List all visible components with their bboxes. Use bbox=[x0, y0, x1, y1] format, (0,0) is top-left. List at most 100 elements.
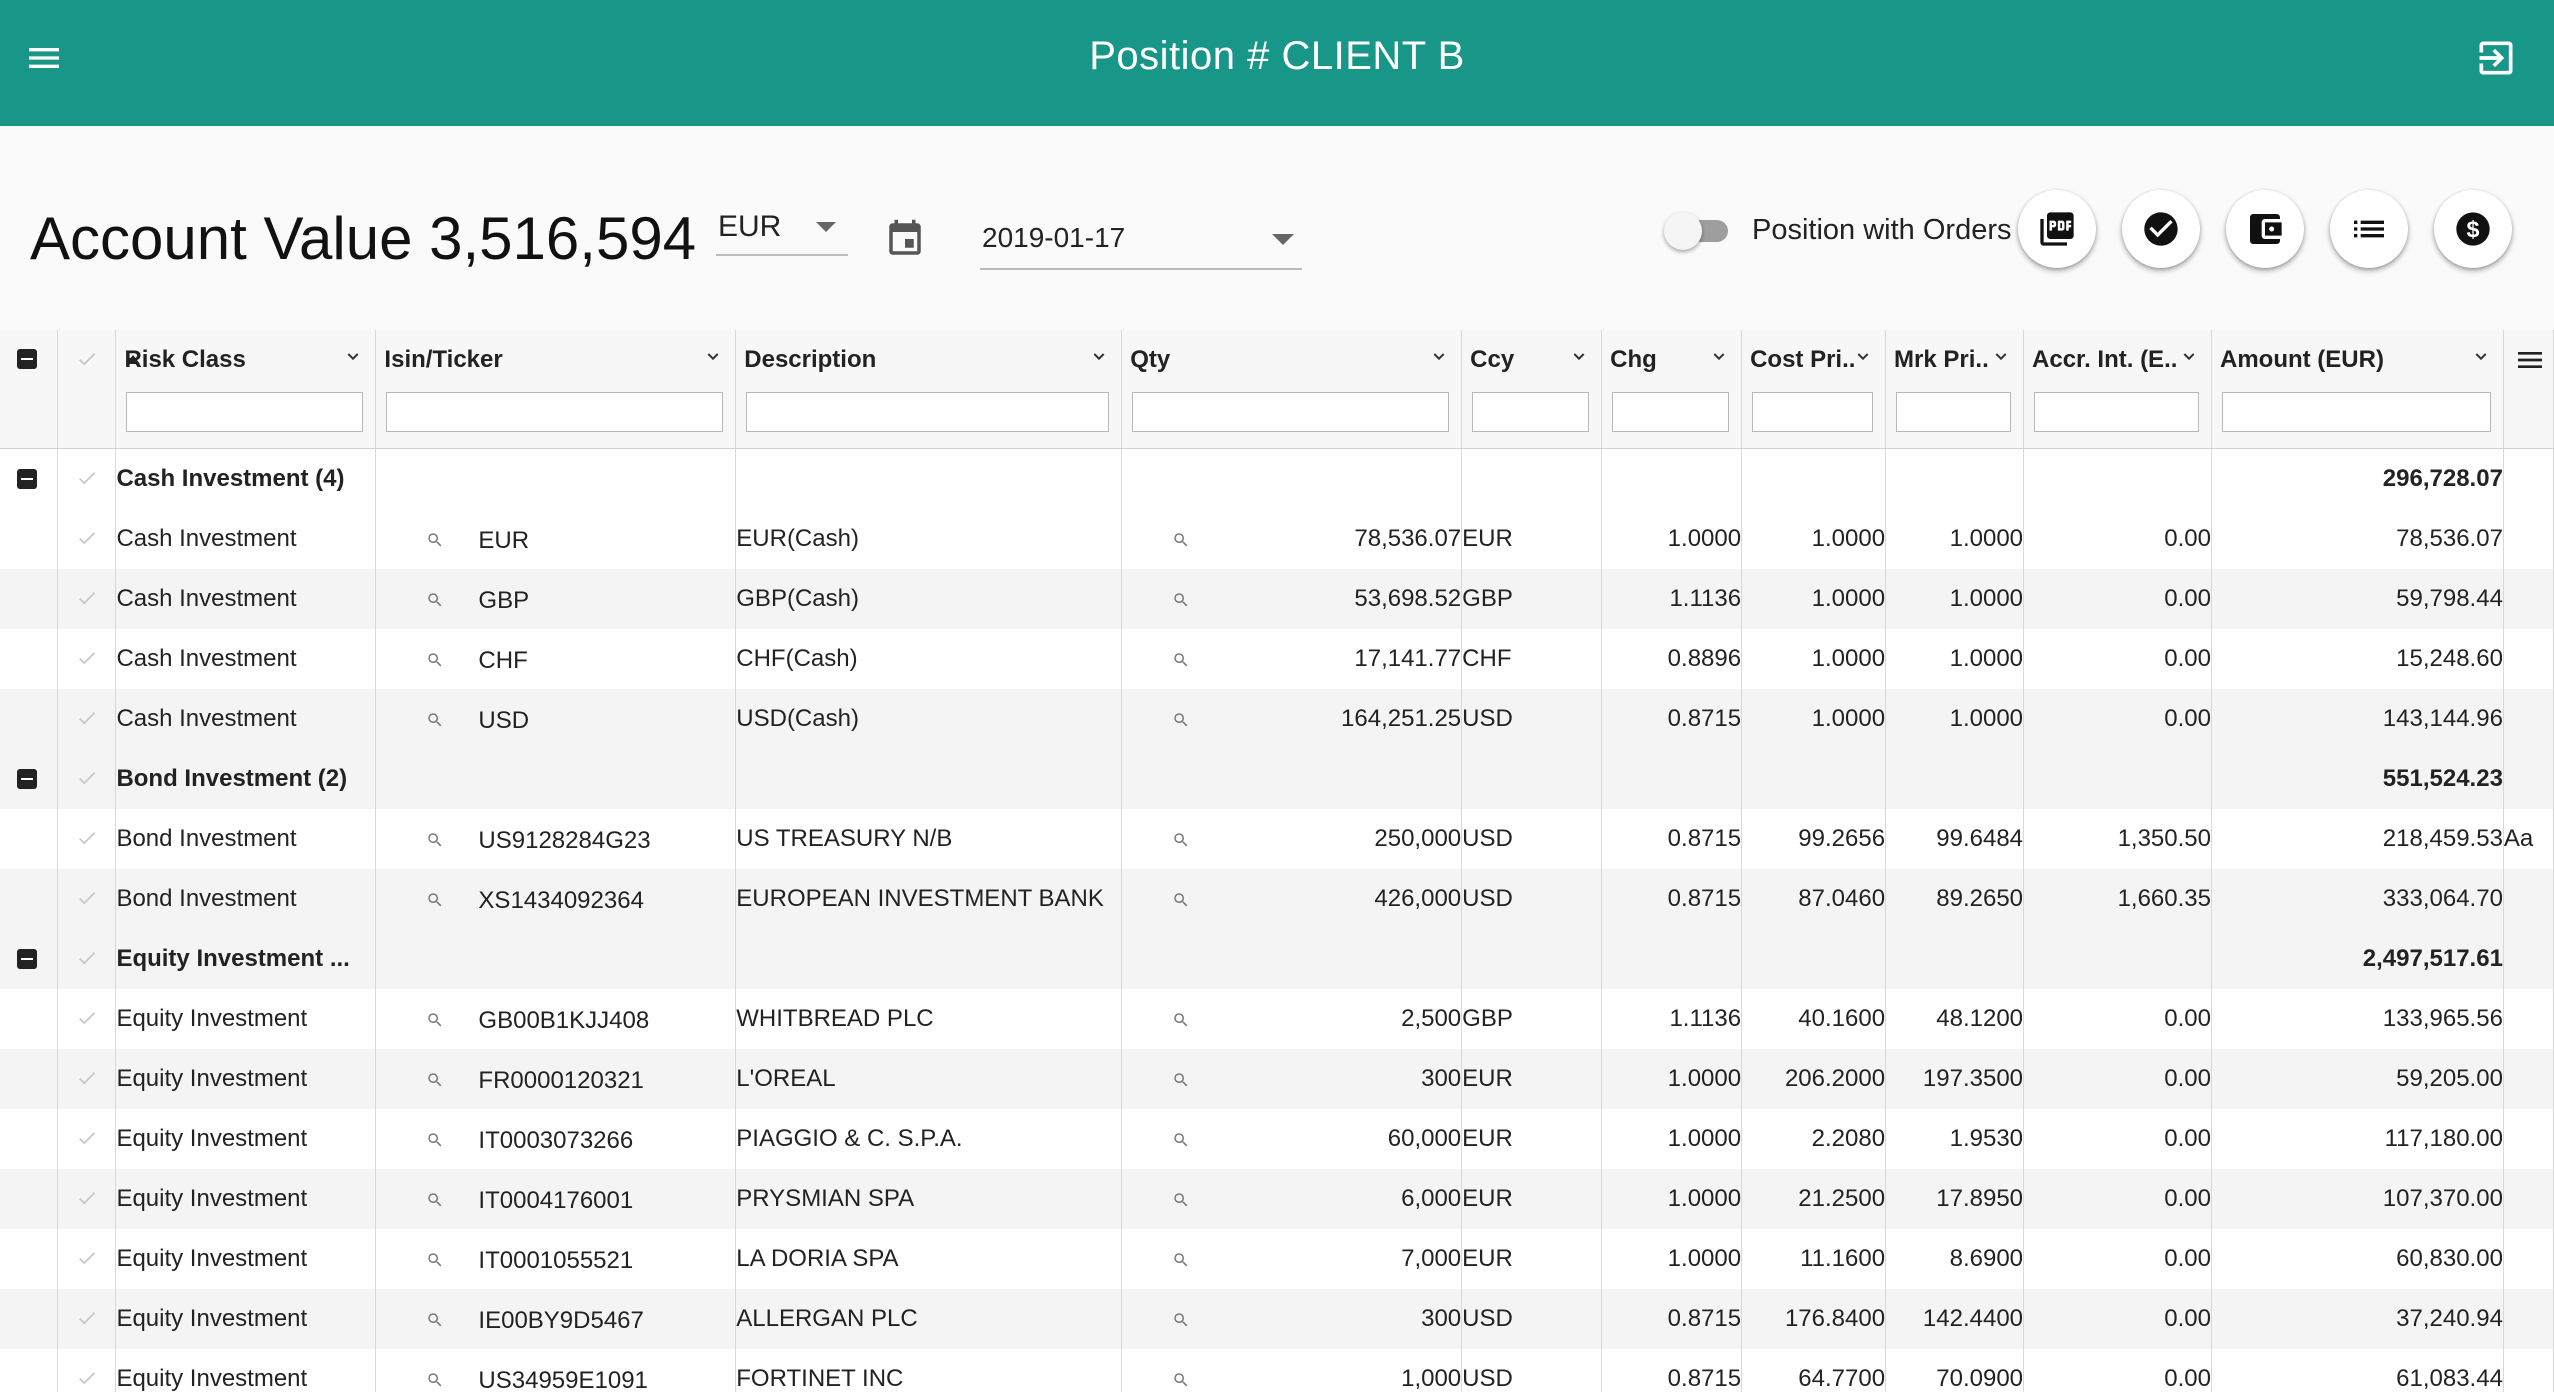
search-icon[interactable] bbox=[1172, 1191, 1190, 1209]
column-chevron-down-icon[interactable] bbox=[345, 348, 361, 364]
row-check-icon[interactable] bbox=[76, 707, 98, 729]
row-select-cell[interactable] bbox=[57, 689, 117, 749]
column-chevron-down-icon[interactable] bbox=[1091, 348, 1107, 364]
table-row[interactable]: Equity Investment IT0003073266 PIAGGIO & C… bbox=[0, 1109, 2554, 1169]
column-chevron-down-icon[interactable] bbox=[1571, 348, 1587, 364]
table-row[interactable]: Equity Investment IT0001055521 LA DORIA SP… bbox=[0, 1229, 2554, 1289]
row-select-cell[interactable] bbox=[57, 1049, 117, 1109]
table-row[interactable]: Cash Investment USD USD(Cash) 164,251.25 USD… bbox=[0, 689, 2554, 749]
search-icon[interactable] bbox=[1172, 651, 1190, 669]
filter-input-isin[interactable] bbox=[386, 392, 724, 432]
collapse-all-icon[interactable] bbox=[17, 349, 37, 369]
column-chevron-down-icon[interactable] bbox=[1855, 348, 1871, 364]
check-header[interactable] bbox=[57, 330, 117, 388]
check-icon[interactable] bbox=[76, 348, 98, 370]
row-check-icon[interactable] bbox=[76, 767, 98, 789]
column-header-chg[interactable]: Chg bbox=[1601, 330, 1743, 388]
search-icon[interactable] bbox=[426, 591, 444, 609]
filter-input-cost-price[interactable] bbox=[1752, 392, 1874, 432]
search-icon[interactable] bbox=[426, 1251, 444, 1269]
column-header-cost-price[interactable]: Cost Pri.. bbox=[1741, 330, 1887, 388]
collapse-group-icon[interactable] bbox=[17, 769, 37, 789]
search-icon[interactable] bbox=[1172, 591, 1190, 609]
column-chevron-down-icon[interactable] bbox=[1993, 348, 2009, 364]
pdf-export-button[interactable] bbox=[2018, 190, 2096, 268]
row-select-cell[interactable] bbox=[57, 569, 117, 629]
column-chevron-down-icon[interactable] bbox=[2181, 348, 2197, 364]
row-select-cell[interactable] bbox=[57, 989, 117, 1049]
row-check-icon[interactable] bbox=[76, 1007, 98, 1029]
confirm-button[interactable] bbox=[2122, 190, 2200, 268]
row-check-icon[interactable] bbox=[76, 527, 98, 549]
row-check-icon[interactable] bbox=[76, 1307, 98, 1329]
table-row[interactable]: Cash Investment CHF CHF(Cash) 17,141.77 CHF 0… bbox=[0, 629, 2554, 689]
search-icon[interactable] bbox=[426, 1131, 444, 1149]
table-row[interactable]: Bond Investment US9128284G23 US TREASURY N… bbox=[0, 809, 2554, 869]
column-header-description[interactable]: Description bbox=[735, 330, 1123, 388]
row-select-cell[interactable] bbox=[57, 1109, 117, 1169]
table-row[interactable]: Equity Investment IE00BY9D5467 ALLERGAN PL… bbox=[0, 1289, 2554, 1349]
row-select-cell[interactable] bbox=[57, 869, 117, 929]
collapse-group-icon[interactable] bbox=[17, 949, 37, 969]
wallet-button[interactable] bbox=[2226, 190, 2304, 268]
group-row[interactable]: Bond Investment (2) 551,524.23 bbox=[0, 749, 2554, 809]
search-icon[interactable] bbox=[1172, 831, 1190, 849]
calendar-icon[interactable] bbox=[884, 218, 926, 260]
filter-input-ccy[interactable] bbox=[1472, 392, 1590, 432]
row-check-icon[interactable] bbox=[76, 887, 98, 909]
currency-button[interactable]: $ bbox=[2434, 190, 2512, 268]
search-icon[interactable] bbox=[426, 651, 444, 669]
row-expander-cell[interactable] bbox=[0, 749, 59, 809]
row-expander-cell[interactable] bbox=[0, 929, 59, 989]
column-header-amount[interactable]: Amount (EUR) bbox=[2211, 330, 2504, 388]
search-icon[interactable] bbox=[426, 891, 444, 909]
search-icon[interactable] bbox=[426, 1011, 444, 1029]
row-check-icon[interactable] bbox=[76, 1067, 98, 1089]
list-view-button[interactable] bbox=[2330, 190, 2408, 268]
table-row[interactable]: Bond Investment XS1434092364 EUROPEAN INVE… bbox=[0, 869, 2554, 929]
filter-input-description[interactable] bbox=[746, 392, 1110, 432]
row-check-icon[interactable] bbox=[76, 1247, 98, 1269]
search-icon[interactable] bbox=[426, 711, 444, 729]
currency-select[interactable]: EUR bbox=[716, 206, 848, 256]
filter-input-mrk-price[interactable] bbox=[1896, 392, 2012, 432]
table-row[interactable]: Cash Investment EUR EUR(Cash) 78,536.07 EUR 1… bbox=[0, 509, 2554, 569]
row-check-icon[interactable] bbox=[76, 827, 98, 849]
filter-input-qty[interactable] bbox=[1132, 392, 1450, 432]
column-header-qty[interactable]: Qty bbox=[1121, 330, 1463, 388]
search-icon[interactable] bbox=[426, 1371, 444, 1389]
filter-input-accr-int[interactable] bbox=[2034, 392, 2199, 432]
row-select-cell[interactable] bbox=[57, 1229, 117, 1289]
row-select-cell[interactable] bbox=[57, 1169, 117, 1229]
row-check-icon[interactable] bbox=[76, 1127, 98, 1149]
row-check-icon[interactable] bbox=[76, 1367, 98, 1389]
row-select-cell[interactable] bbox=[57, 1289, 117, 1349]
search-icon[interactable] bbox=[426, 1071, 444, 1089]
column-chevron-down-icon[interactable] bbox=[1431, 348, 1447, 364]
table-row[interactable]: Equity Investment GB00B1KJJ408 WHITBREAD P… bbox=[0, 989, 2554, 1049]
group-row[interactable]: Equity Investment ... 2,497,517.61 bbox=[0, 929, 2554, 989]
search-icon[interactable] bbox=[1172, 711, 1190, 729]
logout-icon[interactable] bbox=[2474, 36, 2530, 92]
table-row[interactable]: Equity Investment FR0000120321 L'OREAL 300 E… bbox=[0, 1049, 2554, 1109]
search-icon[interactable] bbox=[1172, 1311, 1190, 1329]
column-chevron-down-icon[interactable] bbox=[705, 348, 721, 364]
select-all-header[interactable] bbox=[0, 330, 59, 388]
search-icon[interactable] bbox=[426, 1191, 444, 1209]
search-icon[interactable] bbox=[1172, 1371, 1190, 1389]
search-icon[interactable] bbox=[1172, 531, 1190, 549]
column-header-mrk-price[interactable]: Mrk Pri.. bbox=[1885, 330, 2025, 388]
date-select[interactable]: 2019-01-17 bbox=[980, 214, 1302, 270]
filter-input-amount[interactable] bbox=[2221, 392, 2491, 432]
position-with-orders-toggle[interactable] bbox=[1664, 210, 1734, 250]
row-check-icon[interactable] bbox=[76, 467, 98, 489]
row-select-cell[interactable] bbox=[57, 509, 117, 569]
row-check-icon[interactable] bbox=[76, 947, 98, 969]
filter-input-risk-class[interactable] bbox=[126, 392, 364, 432]
row-select-cell[interactable] bbox=[57, 749, 117, 809]
row-expander-cell[interactable] bbox=[0, 448, 59, 509]
search-icon[interactable] bbox=[1172, 1011, 1190, 1029]
table-row[interactable]: Cash Investment GBP GBP(Cash) 53,698.52 GBP 1… bbox=[0, 569, 2554, 629]
table-row[interactable]: Equity Investment US34959E1091 FORTINET IN… bbox=[0, 1349, 2554, 1392]
search-icon[interactable] bbox=[1172, 1131, 1190, 1149]
